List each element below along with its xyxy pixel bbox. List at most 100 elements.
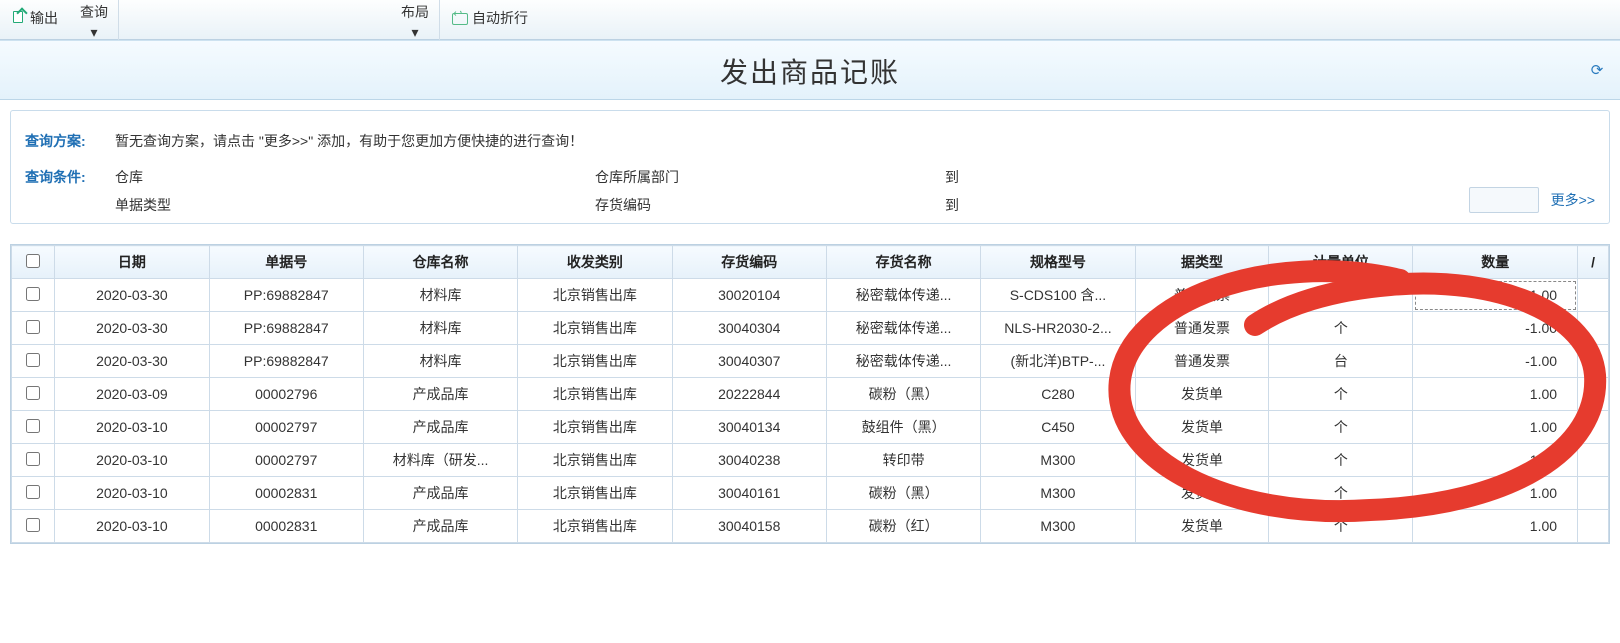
cell-type: 发货单 [1135,444,1269,477]
autowrap-button[interactable]: 自动折行 [446,0,534,36]
row-checkbox[interactable] [26,518,40,532]
cell-doc: PP:69882847 [209,312,363,345]
cell-io: 北京销售出库 [518,444,672,477]
row-checkbox[interactable] [26,452,40,466]
cell-io: 北京销售出库 [518,312,672,345]
refresh-icon[interactable] [1588,60,1608,80]
query-panel: 查询方案: 暂无查询方案，请点击 "更多>>" 添加，有助于您更加方便快捷的进行… [10,110,1610,224]
table-row[interactable]: 2020-03-1000002831产成品库北京销售出库30040161碳粉（黑… [12,477,1609,510]
row-checkbox[interactable] [26,419,40,433]
row-checkbox[interactable] [26,353,40,367]
chevron-down-icon[interactable]: ▾ [411,24,418,41]
row-checkbox[interactable] [26,386,40,400]
cell-code: 30040238 [672,444,826,477]
query-scheme-text: 暂无查询方案，请点击 "更多>>" 添加，有助于您更加方便快捷的进行查询！ [115,131,583,151]
col-type[interactable]: 据类型 [1135,246,1269,279]
row-checkbox[interactable] [26,485,40,499]
cell-date: 2020-03-10 [55,510,209,543]
cell-name: 碳粉（黑） [826,477,980,510]
col-extra[interactable]: / [1578,246,1609,279]
table-row[interactable]: 2020-03-30PP:69882847材料库北京销售出库30020104秘密… [12,279,1609,312]
col-code[interactable]: 存货编码 [672,246,826,279]
cell-date: 2020-03-10 [55,477,209,510]
table-row[interactable]: 2020-03-30PP:69882847材料库北京销售出库30040307秘密… [12,345,1609,378]
row-checkbox-cell[interactable] [12,345,55,378]
col-wh[interactable]: 仓库名称 [363,246,517,279]
cell-spec: (新北洋)BTP-... [981,345,1135,378]
chevron-down-icon[interactable]: ▾ [90,24,97,41]
field-doc-type: 单据类型 [115,195,445,215]
field-warehouse-dept: 仓库所属部门 [595,167,875,187]
cell-date: 2020-03-10 [55,444,209,477]
row-checkbox[interactable] [26,287,40,301]
export-icon [10,10,26,26]
table-row[interactable]: 2020-03-1000002831产成品库北京销售出库30040158碳粉（红… [12,510,1609,543]
more-link[interactable]: 更多>> [1551,190,1595,210]
layout-label: 布局 [401,2,429,22]
cell-spec: M300 [981,510,1135,543]
cell-wh: 材料库（研发... [363,444,517,477]
page-title: 发出商品记账 [720,58,900,89]
cell-name: 秘密载体传递... [826,312,980,345]
cell-doc: 00002831 [209,510,363,543]
cell-extra [1578,378,1609,411]
row-checkbox-cell[interactable] [12,444,55,477]
cell-code: 30040134 [672,411,826,444]
col-io[interactable]: 收发类别 [518,246,672,279]
cell-type: 发货单 [1135,477,1269,510]
cell-unit: 个 [1269,411,1413,444]
row-checkbox-cell[interactable] [12,477,55,510]
row-checkbox-cell[interactable] [12,312,55,345]
cell-wh: 材料库 [363,312,517,345]
page-title-bar: 发出商品记账 [0,40,1620,100]
cell-code: 30040307 [672,345,826,378]
cell-code: 30020104 [672,279,826,312]
table-row[interactable]: 2020-03-30PP:69882847材料库北京销售出库30040304秘密… [12,312,1609,345]
table-row[interactable]: 2020-03-0900002796产成品库北京销售出库20222844碳粉（黑… [12,378,1609,411]
layout-button[interactable]: 布局 [397,0,433,24]
cell-io: 北京销售出库 [518,411,672,444]
field-to2: 到 [945,195,1225,215]
cell-unit: 套 [1269,279,1413,312]
cell-wh: 材料库 [363,345,517,378]
cell-unit: 个 [1269,477,1413,510]
col-qty[interactable]: 数量 [1413,246,1578,279]
cell-spec: NLS-HR2030-2... [981,312,1135,345]
table-row[interactable]: 2020-03-1000002797产成品库北京销售出库30040134鼓组件（… [12,411,1609,444]
cell-wh: 材料库 [363,279,517,312]
query-button[interactable]: 查询 [76,0,112,24]
header-checkbox-cell[interactable] [12,246,55,279]
col-name[interactable]: 存货名称 [826,246,980,279]
cell-qty: 1.00 [1413,477,1578,510]
table-row[interactable]: 2020-03-1000002797材料库（研发...北京销售出库3004023… [12,444,1609,477]
cell-spec: M300 [981,444,1135,477]
cell-doc: PP:69882847 [209,345,363,378]
cell-type: 发货单 [1135,411,1269,444]
export-label: 输出 [30,8,58,28]
col-unit[interactable]: 计量单位 [1269,246,1413,279]
cell-date: 2020-03-10 [55,411,209,444]
col-spec[interactable]: 规格型号 [981,246,1135,279]
cell-extra [1578,510,1609,543]
col-date[interactable]: 日期 [55,246,209,279]
cell-unit: 个 [1269,510,1413,543]
cell-type: 普通发票 [1135,312,1269,345]
cell-spec: S-CDS100 含... [981,279,1135,312]
export-button[interactable]: 输出 [4,0,64,36]
select-all-checkbox[interactable] [26,254,40,268]
cell-type: 发货单 [1135,510,1269,543]
cell-doc: 00002797 [209,444,363,477]
cell-code: 30040304 [672,312,826,345]
col-doc[interactable]: 单据号 [209,246,363,279]
cell-qty: -1.00 [1413,312,1578,345]
row-checkbox-cell[interactable] [12,279,55,312]
row-checkbox-cell[interactable] [12,411,55,444]
row-checkbox-cell[interactable] [12,510,55,543]
row-checkbox[interactable] [26,320,40,334]
query-action-button[interactable] [1469,187,1539,213]
cell-name: 秘密载体传递... [826,279,980,312]
cell-spec: C280 [981,378,1135,411]
cell-qty: -1.00 [1413,279,1578,312]
row-checkbox-cell[interactable] [12,378,55,411]
query-group: 查询 ▾ [70,0,119,40]
